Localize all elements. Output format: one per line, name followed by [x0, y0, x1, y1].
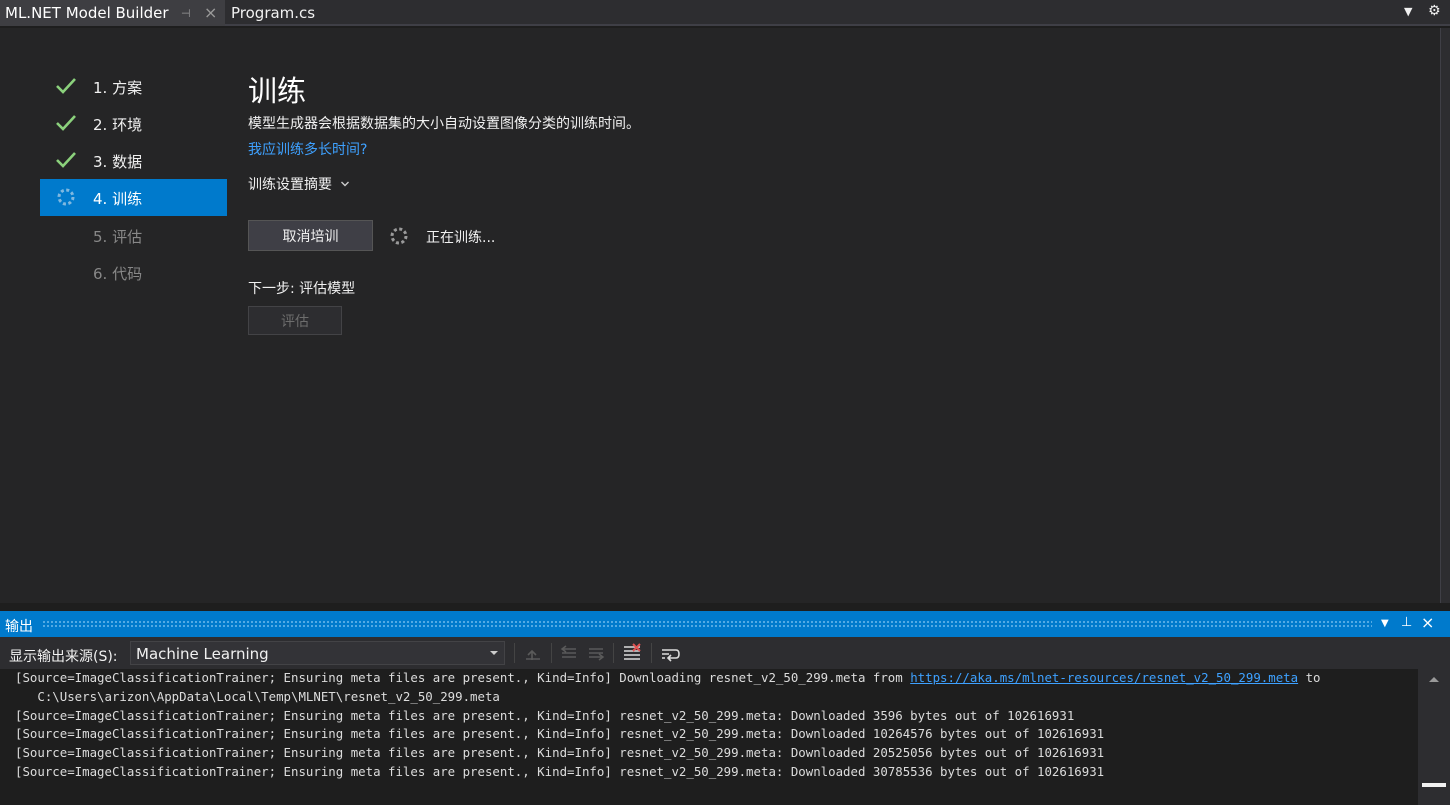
toolbar-separator — [551, 643, 552, 663]
cancel-training-button[interactable]: 取消培训 — [248, 220, 373, 251]
step-label: 4. 训练 — [93, 190, 143, 208]
step-evaluate[interactable]: 5. 评估 — [40, 217, 227, 254]
word-wrap-icon[interactable] — [659, 642, 681, 664]
tab-title: Program.cs — [231, 4, 316, 22]
training-summary-expander[interactable]: 训练设置摘要 — [248, 174, 350, 194]
step-label: 1. 方案 — [93, 79, 143, 97]
output-source-label: 显示输出来源(S): — [9, 649, 118, 665]
log-line: C:\Users\arizon\AppData\Local\Temp\MLNET… — [15, 689, 500, 704]
training-status-text: 正在训练... — [426, 230, 496, 246]
window-menu-dropdown-icon[interactable]: ▼ — [1381, 618, 1389, 629]
title-grip — [42, 620, 1372, 628]
step-code[interactable]: 6. 代码 — [40, 254, 227, 291]
summary-label: 训练设置摘要 — [248, 177, 332, 193]
document-tab-strip: ML.NET Model Builder ⊣ × Program.cs ▼ ⚙ — [0, 0, 1450, 26]
previous-message-icon[interactable] — [558, 642, 580, 664]
pin-icon[interactable]: ⊣ — [181, 7, 191, 20]
close-icon[interactable]: × — [204, 3, 217, 22]
output-title: 输出 — [5, 619, 33, 635]
tab-program-cs[interactable]: Program.cs — [226, 0, 315, 26]
toolbar-separator — [514, 643, 515, 663]
find-message-in-code-icon[interactable] — [522, 642, 544, 664]
checkmark-icon — [56, 78, 76, 94]
checkmark-icon — [56, 152, 76, 168]
checkmark-icon — [56, 115, 76, 131]
output-window-header[interactable]: 输出 ▼ ⊥ × — [0, 611, 1450, 637]
toolbar-separator — [613, 643, 614, 663]
spinner-icon — [390, 227, 408, 245]
tab-ml-net-model-builder[interactable]: ML.NET Model Builder ⊣ × — [0, 0, 225, 26]
step-data[interactable]: 3. 数据 — [40, 142, 227, 179]
log-line: [Source=ImageClassificationTrainer; Ensu… — [15, 670, 1321, 685]
step-label: 5. 评估 — [93, 228, 143, 246]
tab-list-dropdown-icon[interactable]: ▼ — [1404, 5, 1412, 18]
chevron-down-icon — [490, 651, 498, 655]
log-line: [Source=ImageClassificationTrainer; Ensu… — [15, 764, 1105, 779]
step-scenario[interactable]: 1. 方案 — [40, 68, 227, 105]
log-line: [Source=ImageClassificationTrainer; Ensu… — [15, 745, 1105, 760]
step-label: 3. 数据 — [93, 153, 143, 171]
output-log[interactable]: [Source=ImageClassificationTrainer; Ensu… — [0, 669, 1418, 805]
how-long-to-train-link[interactable]: 我应训练多长时间? — [248, 139, 367, 159]
close-icon[interactable]: × — [1421, 613, 1434, 632]
clear-all-icon[interactable] — [621, 642, 643, 664]
builder-scrollbar[interactable] — [1440, 28, 1450, 603]
next-step-label: 下一步: 评估模型 — [248, 281, 356, 297]
step-environment[interactable]: 2. 环境 — [40, 105, 227, 142]
output-vertical-scrollbar[interactable] — [1418, 669, 1450, 805]
step-label: 2. 环境 — [93, 116, 143, 134]
pin-icon[interactable]: ⊥ — [1401, 615, 1412, 630]
scrollbar-thumb[interactable] — [1422, 783, 1446, 787]
output-source-select[interactable]: Machine Learning — [130, 641, 505, 665]
page-title: 训练 — [248, 74, 307, 108]
log-link[interactable]: https://aka.ms/mlnet-resources/resnet_v2… — [910, 670, 1298, 685]
tab-title: ML.NET Model Builder — [5, 4, 169, 22]
page-description: 模型生成器会根据数据集的大小自动设置图像分类的训练时间。 — [248, 116, 640, 132]
output-source-value: Machine Learning — [136, 645, 269, 663]
log-line: [Source=ImageClassificationTrainer; Ensu… — [15, 708, 1075, 723]
step-label: 6. 代码 — [93, 265, 143, 283]
scroll-up-icon[interactable] — [1429, 677, 1439, 682]
step-train[interactable]: 4. 训练 — [40, 179, 227, 216]
chevron-down-icon — [341, 181, 349, 187]
log-line: [Source=ImageClassificationTrainer; Ensu… — [15, 726, 1105, 741]
toolbar-separator — [651, 643, 652, 663]
gear-icon[interactable]: ⚙ — [1428, 3, 1441, 19]
evaluate-button[interactable]: 评估 — [248, 306, 342, 335]
next-message-icon[interactable] — [585, 642, 607, 664]
spinner-icon — [57, 188, 75, 206]
